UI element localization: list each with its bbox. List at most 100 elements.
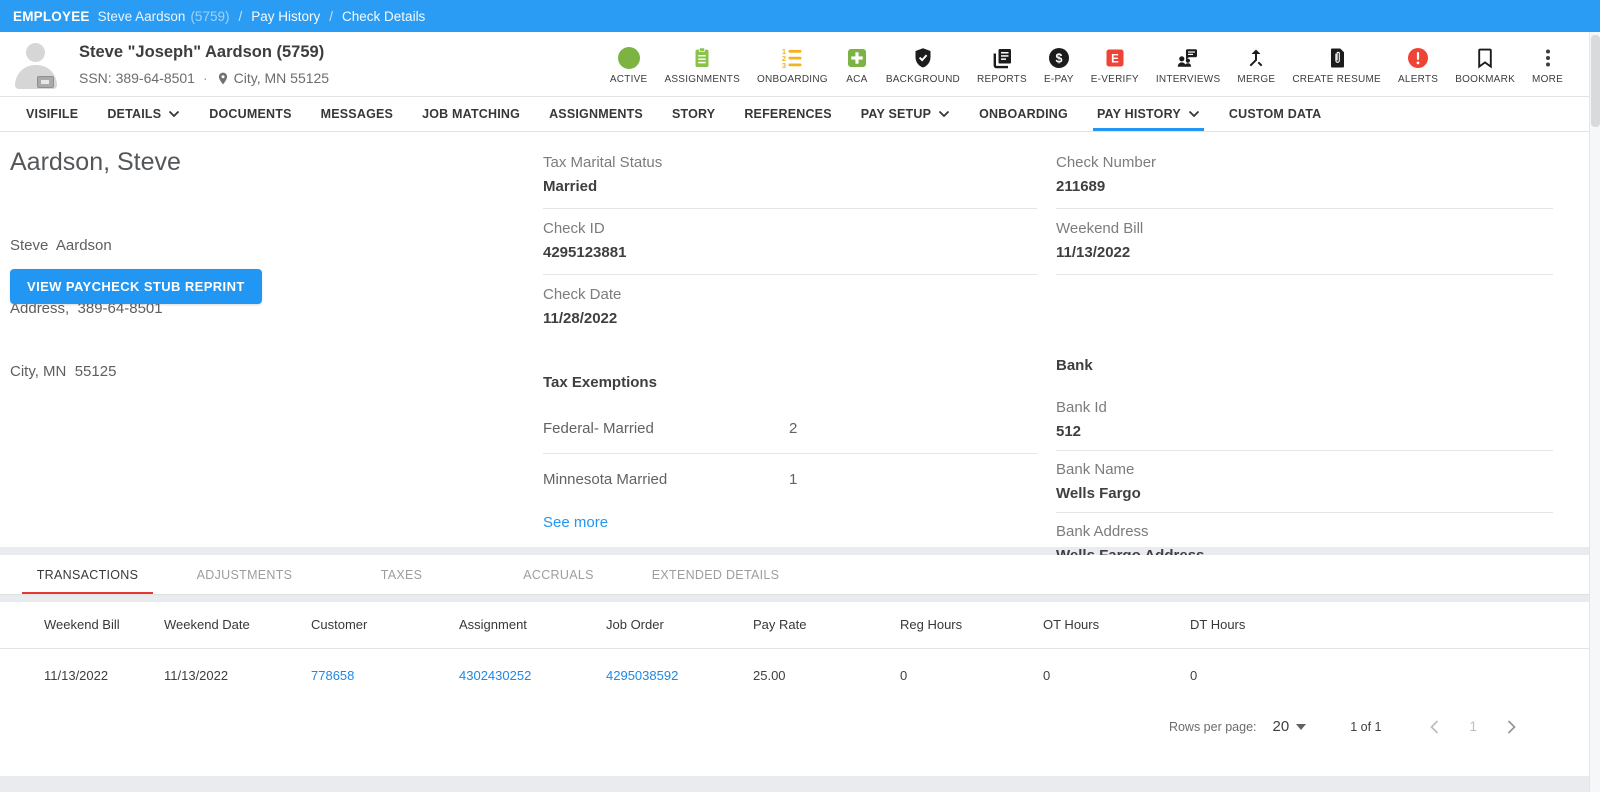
breadcrumb-employee-name[interactable]: Steve Aardson: [98, 9, 186, 24]
field-check-id: Check ID 4295123881: [543, 209, 1037, 275]
previous-page-button[interactable]: [1429, 719, 1440, 735]
column-header: Weekend Date: [164, 617, 250, 632]
tab-job-matching[interactable]: JOB MATCHING: [422, 97, 520, 131]
current-page-number[interactable]: 1: [1469, 719, 1477, 734]
tab-pay-history[interactable]: PAY HISTORY: [1092, 97, 1204, 131]
field-check-date: Check Date 11/28/2022: [543, 286, 622, 327]
cell-customer-link[interactable]: 778658: [311, 649, 459, 703]
tab-story[interactable]: STORY: [672, 97, 715, 131]
action-aca[interactable]: ACA: [845, 45, 869, 85]
transactions-table-header: Weekend Bill Weekend Date Customer Assig…: [0, 602, 1589, 649]
field-bank-id: Bank Id 512: [1056, 389, 1553, 451]
cell-job-order-link[interactable]: 4295038592: [606, 649, 753, 703]
tab-references[interactable]: REFERENCES: [744, 97, 831, 131]
tab-custom-data[interactable]: CUSTOM DATA: [1229, 97, 1321, 131]
main-tab-bar: VISIFILE DETAILS DOCUMENTS MESSAGES JOB …: [0, 97, 1589, 132]
cell-dt-hours: 0: [1190, 668, 1198, 683]
vertical-scrollbar[interactable]: [1589, 32, 1600, 792]
chevron-down-icon: [1188, 110, 1200, 118]
breadcrumb-employee-id: (5759): [190, 8, 230, 24]
svg-text:3: 3: [782, 61, 786, 70]
action-epay[interactable]: $ E-PAY: [1044, 45, 1074, 85]
employee-ssn: SSN: 389-64-8501: [79, 70, 195, 86]
column-header: Reg Hours: [900, 617, 963, 632]
field-bank-name: Bank Name Wells Fargo: [1056, 451, 1553, 513]
action-reports[interactable]: REPORTS: [977, 45, 1027, 85]
action-alerts[interactable]: ALERTS: [1398, 45, 1438, 85]
breadcrumb-separator: /: [238, 8, 243, 24]
breadcrumb-pay-history[interactable]: Pay History: [251, 9, 320, 24]
action-everify[interactable]: E E-VERIFY: [1091, 45, 1139, 85]
action-assignments[interactable]: ASSIGNMENTS: [664, 45, 740, 85]
tax-exemptions-title: Tax Exemptions: [543, 374, 657, 391]
field-weekend-bill: Weekend Bill 11/13/2022: [1056, 209, 1553, 275]
check-details-panel: Aardson, Steve Steve Aardson Address, 38…: [0, 132, 1589, 564]
transactions-table-panel: Weekend Bill Weekend Date Customer Assig…: [0, 602, 1589, 776]
subtab-taxes[interactable]: TAXES: [323, 555, 480, 594]
address-line: City, MN 55125: [10, 363, 117, 380]
action-interviews[interactable]: INTERVIEWS: [1156, 45, 1221, 85]
check-employee-address: Steve Aardson Address, 389-64-8501 City,…: [10, 193, 163, 424]
e-square-icon: E: [1103, 45, 1127, 71]
scrollbar-thumb[interactable]: [1591, 35, 1600, 127]
employee-location[interactable]: City, MN 55125: [234, 70, 329, 86]
breadcrumb-separator: /: [329, 8, 334, 24]
page-info: 1 of 1: [1350, 719, 1382, 734]
column-header: Assignment: [459, 617, 527, 632]
action-active[interactable]: ACTIVE: [610, 45, 648, 85]
subtab-adjustments[interactable]: ADJUSTMENTS: [166, 555, 323, 594]
rows-per-page-select[interactable]: 20: [1273, 718, 1307, 735]
action-merge[interactable]: MERGE: [1237, 45, 1275, 85]
vertical-ellipsis-icon: [1536, 45, 1560, 71]
rows-per-page-label: Rows per page:: [1168, 719, 1257, 734]
breadcrumb-section-label: EMPLOYEE: [13, 8, 90, 24]
action-bookmark[interactable]: BOOKMARK: [1455, 45, 1515, 85]
next-page-button[interactable]: [1506, 719, 1517, 735]
see-more-link[interactable]: See more: [543, 514, 608, 531]
check-fields-right-column: Check Number 211689 Weekend Bill 11/13/2…: [1056, 150, 1553, 574]
avatar: [10, 39, 62, 91]
document-paperclip-icon: [1325, 45, 1349, 71]
view-paycheck-stub-reprint-button[interactable]: VIEW PAYCHECK STUB REPRINT: [10, 269, 262, 304]
field-check-number: Check Number 211689: [1056, 150, 1553, 209]
subtab-transactions[interactable]: TRANSACTIONS: [9, 555, 166, 594]
tab-assignments[interactable]: ASSIGNMENTS: [549, 97, 643, 131]
people-chat-icon: [1176, 45, 1200, 71]
bookmark-icon: [1473, 45, 1497, 71]
cell-pay-rate: 25.00: [753, 668, 786, 683]
cell-assignment-link[interactable]: 4302430252: [459, 649, 606, 703]
breadcrumb-check-details: Check Details: [342, 8, 426, 24]
action-more[interactable]: MORE: [1532, 45, 1563, 85]
column-header: Weekend Bill: [44, 617, 120, 632]
tab-documents[interactable]: DOCUMENTS: [209, 97, 291, 131]
documents-icon: [990, 45, 1014, 71]
tab-pay-setup[interactable]: PAY SETUP: [861, 97, 950, 131]
tab-details[interactable]: DETAILS: [107, 97, 180, 131]
action-create-resume[interactable]: CREATE RESUME: [1292, 45, 1381, 85]
shield-check-icon: [911, 45, 935, 71]
dropdown-caret-icon: [1296, 723, 1307, 730]
cell-reg-hours: 0: [900, 668, 908, 683]
table-row: 11/13/2022 11/13/2022 778658 4302430252 …: [0, 649, 1589, 703]
chevron-down-icon: [168, 110, 180, 118]
subtab-extended-details[interactable]: EXTENDED DETAILS: [637, 555, 794, 594]
tab-onboarding[interactable]: ONBOARDING: [979, 97, 1068, 131]
active-status-icon: [617, 45, 640, 71]
column-header: Pay Rate: [753, 617, 807, 632]
cell-weekend-bill: 11/13/2022: [44, 668, 109, 683]
exemption-value: 2: [789, 420, 798, 437]
tab-messages[interactable]: MESSAGES: [321, 97, 393, 131]
svg-text:E: E: [1111, 53, 1119, 65]
address-line: Steve Aardson: [10, 237, 112, 254]
check-fields-middle-column: Tax Marital Status Married Check ID 4295…: [543, 150, 1037, 532]
action-onboarding[interactable]: 123 ONBOARDING: [757, 45, 828, 85]
alert-exclamation-icon: [1406, 45, 1430, 71]
dollar-circle-icon: $: [1047, 45, 1071, 71]
breadcrumb: EMPLOYEE Steve Aardson (5759) / Pay Hist…: [0, 0, 1600, 32]
medical-plus-icon: [845, 45, 869, 71]
action-background[interactable]: BACKGROUND: [886, 45, 960, 85]
tab-visifile[interactable]: VISIFILE: [26, 97, 78, 131]
check-sub-tab-bar: TRANSACTIONS ADJUSTMENTS TAXES ACCRUALS …: [0, 555, 1589, 595]
pagination: Rows per page: 20 1 of 1 1: [1169, 718, 1517, 735]
subtab-accruals[interactable]: ACCRUALS: [480, 555, 637, 594]
